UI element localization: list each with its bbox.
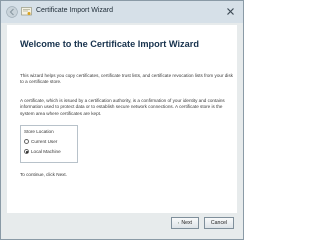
description-text: A certificate, which is issued by a cert… — [20, 98, 225, 116]
wizard-content: Welcome to the Certificate Import Wizard… — [7, 25, 237, 213]
certificate-icon — [21, 7, 32, 16]
window-title: Certificate Import Wizard — [36, 7, 114, 14]
intro-text: This wizard helps you copy certificates,… — [20, 73, 233, 85]
page-heading: Welcome to the Certificate Import Wizard — [20, 39, 199, 49]
store-location-group: Store Location Current User Local Machin… — [20, 125, 78, 163]
next-button[interactable]: Next — [171, 217, 199, 229]
wizard-footer: Next Cancel — [1, 213, 243, 239]
current-user-label[interactable]: Current User — [31, 139, 57, 144]
title-bar: Certificate Import Wizard — [1, 1, 243, 23]
next-button-label: Next — [181, 220, 192, 226]
continue-text: To continue, click Next. — [20, 172, 67, 177]
current-user-option[interactable]: Current User — [24, 138, 57, 145]
local-machine-label[interactable]: Local Machine — [31, 149, 61, 154]
store-location-legend: Store Location — [24, 129, 54, 134]
current-user-radio[interactable] — [24, 139, 29, 144]
back-arrow-icon[interactable] — [6, 6, 18, 18]
uac-shield-icon — [178, 222, 180, 224]
wizard-window: Certificate Import Wizard Welcome to the… — [0, 0, 244, 240]
cancel-button[interactable]: Cancel — [204, 217, 234, 229]
local-machine-radio[interactable] — [24, 149, 29, 154]
close-icon[interactable] — [224, 5, 237, 18]
local-machine-option[interactable]: Local Machine — [24, 148, 61, 155]
